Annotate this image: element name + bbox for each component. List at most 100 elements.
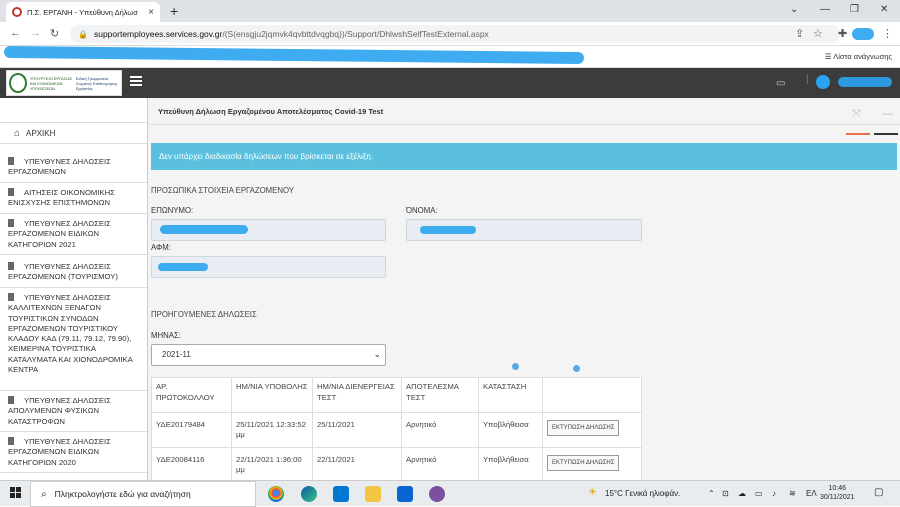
browser-tab[interactable]: Π.Σ. ΕΡΓΑΝΗ - Υπεύθυνη Δήλωσ × — [6, 2, 160, 22]
name-label: ΌΝΟΜΑ: — [406, 206, 438, 215]
windows-taskbar: ⌕ Πληκτρολογήστε εδώ για αναζήτηση ☀ 15°… — [0, 480, 900, 507]
ministry-seal-icon — [9, 73, 27, 93]
url-text: supportemployees.services.gov.gr/(S(ensg… — [94, 29, 489, 39]
logo-text-ministry: ΥΠΟΥΡΓΕΙΟ ΕΡΓΑΣΙΑΣ ΚΑΙ ΚΟΙΝΩΝΙΚΩΝ ΥΠΟΘΕΣ… — [29, 75, 73, 91]
table-header-row: ΑΡ. ΠΡΩΤΟΚΟΛΛΟΥ ΗΜ/ΝΙΑ ΥΠΟΒΟΛΗΣ ΗΜ/ΝΙΑ Δ… — [151, 377, 642, 413]
edge-app-icon[interactable] — [301, 486, 317, 502]
mail-app-icon[interactable] — [397, 486, 413, 502]
reading-list-button[interactable]: ☰ Λίστα ανάγνωσης — [825, 52, 892, 61]
wifi-icon[interactable]: ≋ — [789, 489, 796, 498]
sidebar-item-tourism[interactable]: ΥΠΕΥΘΥΝΕΣ ΔΗΛΩΣΕΙΣ ΕΡΓΑΖΟΜΕΝΩΝ (ΤΟΥΡΙΣΜΟ… — [0, 258, 147, 288]
cell-result: Αρνητικό — [401, 447, 479, 483]
viber-app-icon[interactable] — [429, 486, 445, 502]
browser-toolbar: ← → ↻ 🔒 supportemployees.services.gov.gr… — [0, 22, 900, 46]
share-icon[interactable]: ⇪ — [795, 27, 804, 40]
tab-close-icon[interactable]: × — [148, 7, 154, 18]
taskbar-search-placeholder: Πληκτρολογήστε εδώ για αναζήτηση — [54, 489, 191, 499]
url-path: /(S(ensgju2jqmvk4qvbttdvqgbq))/Support/D… — [222, 29, 489, 39]
sidebar-item-label: ΥΠΕΥΘΥΝΕΣ ΔΗΛΩΣΕΙΣ ΚΑΛΛΙΤΕΧΝΩΝ ΞΕΝΑΓΩΝ Τ… — [8, 293, 133, 375]
onedrive-icon[interactable]: ☁ — [738, 489, 746, 498]
maximize-button[interactable]: ❐ — [850, 4, 859, 15]
volume-icon[interactable]: ♪ — [772, 489, 776, 498]
sidebar-item-label: ΥΠΕΥΘΥΝΕΣ ΔΗΛΩΣΕΙΣ ΕΡΓΑΖΟΜΕΝΩΝ ΕΙΔΙΚΩΝ Κ… — [8, 437, 111, 467]
language-indicator[interactable]: ΕΛ — [806, 489, 817, 498]
col-submitted: ΗΜ/ΝΙΑ ΥΠΟΒΟΛΗΣ — [231, 377, 313, 413]
sidebar-item-home[interactable]: ⌂ ΑΡΧΙΚΗ — [0, 122, 147, 144]
cell-status: Υποβλήθεισα — [478, 447, 543, 483]
extensions-icon[interactable]: ✚ — [838, 27, 847, 40]
taskbar-search-box[interactable]: ⌕ Πληκτρολογήστε εδώ για αναζήτηση — [30, 481, 256, 507]
document-icon — [8, 157, 14, 165]
surname-label: ΕΠΩΝΥΜΟ: — [151, 206, 194, 215]
fullscreen-toggle[interactable]: ⤧ — [846, 107, 870, 135]
lock-icon: 🔒 — [78, 29, 88, 39]
minimize-button[interactable]: — — [820, 4, 830, 15]
document-icon — [8, 437, 14, 445]
print-declaration-button[interactable]: ΕΚΤΥΠΩΣΗ ΔΗΛΩΣΗΣ — [547, 420, 620, 436]
reading-list-label: Λίστα ανάγνωσης — [833, 52, 892, 61]
main-content: Υπεύθυνη Δήλωση Εργαζομένου Αποτελέσματο… — [148, 98, 900, 483]
file-explorer-icon[interactable] — [365, 486, 381, 502]
cell-actions: ΕΚΤΥΠΩΣΗ ΔΗΛΩΣΗΣ — [542, 412, 642, 448]
url-host: supportemployees.services.gov.gr — [93, 29, 223, 39]
store-app-icon[interactable] — [333, 486, 349, 502]
month-label: ΜΗΝΑΣ: — [151, 331, 181, 340]
forward-icon[interactable]: → — [30, 27, 41, 39]
hamburger-menu-icon[interactable] — [130, 76, 142, 86]
info-alert: Δεν υπάρχει διαδικασία δηλώσεων που βρίσ… — [151, 143, 897, 170]
sidebar-item-special-categories-2021[interactable]: ΥΠΕΥΘΥΝΕΣ ΔΗΛΩΣΕΙΣ ΕΡΓΑΖΟΜΕΝΩΝ ΕΙΔΙΚΩΝ Κ… — [0, 215, 147, 255]
collapse-toggle[interactable]: — — [874, 107, 898, 135]
carousel-dot — [573, 365, 580, 372]
site-favicon-icon — [12, 7, 22, 17]
tab-search-icon[interactable]: ⌄ — [790, 4, 798, 15]
cell-test-date: 22/11/2021 — [312, 447, 402, 483]
reload-icon[interactable]: ↻ — [50, 27, 59, 40]
month-select-value: 2021-11 — [162, 350, 191, 359]
month-select[interactable]: 2021-11 ⌄ — [151, 344, 386, 366]
expand-icon: ⤧ — [852, 108, 861, 120]
chevron-up-icon[interactable]: ⌃ — [708, 489, 715, 498]
sidebar-item-scientists-support[interactable]: ΑΙΤΗΣΕΙΣ ΟΙΚΟΝΟΜΙΚΗΣ ΕΝΙΣΧΥΣΗΣ ΕΠΙΣΤΗΜΟΝ… — [0, 184, 147, 214]
chrome-menu-icon[interactable]: ⋮ — [882, 27, 893, 40]
col-status: ΚΑΤΑΣΤΑΣΗ — [478, 377, 543, 413]
col-actions — [542, 377, 642, 413]
address-bar[interactable]: 🔒 supportemployees.services.gov.gr/(S(en… — [70, 25, 840, 43]
app-header: ΥΠΟΥΡΓΕΙΟ ΕΡΓΑΣΙΑΣ ΚΑΙ ΚΟΙΝΩΝΙΚΩΝ ΥΠΟΘΕΣ… — [0, 68, 900, 98]
sidebar-item-natural-disasters[interactable]: ΥΠΕΥΘΥΝΕΣ ΔΗΛΩΣΕΙΣ ΑΠΟΛΥΜΕΝΩΝ ΦΥΣΙΚΩΝ ΚΑ… — [0, 392, 147, 432]
sidebar: ⌂ ΑΡΧΙΚΗ ΥΠΕΥΘΥΝΕΣ ΔΗΛΩΣΕΙΣ ΕΡΓΑΖΟΜΕΝΩΝ … — [0, 98, 148, 480]
ergani-logo[interactable]: ΥΠΟΥΡΓΕΙΟ ΕΡΓΑΣΙΑΣ ΚΑΙ ΚΟΙΝΩΝΙΚΩΝ ΥΠΟΘΕΣ… — [6, 70, 122, 96]
document-icon — [8, 219, 14, 227]
back-icon[interactable]: ← — [10, 27, 21, 39]
new-tab-button[interactable]: + — [170, 3, 178, 19]
col-test-date: ΗΜ/ΝΙΑ ΔΙΕΝΕΡΓΕΙΑΣ ΤΕΣΤ — [312, 377, 402, 413]
document-icon — [8, 293, 14, 301]
sidebar-item-label: ΥΠΕΥΘΥΝΕΣ ΔΗΛΩΣΕΙΣ ΑΠΟΛΥΜΕΝΩΝ ΦΥΣΙΚΩΝ ΚΑ… — [8, 396, 111, 426]
windows-start-icon[interactable] — [10, 487, 22, 499]
network-icon[interactable]: ⊡ — [722, 489, 729, 498]
sidebar-item-label: ΥΠΕΥΘΥΝΕΣ ΔΗΛΩΣΕΙΣ ΕΡΓΑΖΟΜΕΝΩΝ (ΤΟΥΡΙΣΜΟ… — [8, 262, 118, 282]
sidebar-item-employee-declarations[interactable]: ΥΠΕΥΘΥΝΕΣ ΔΗΛΩΣΕΙΣ ΕΡΓΑΖΟΜΕΝΩΝ — [0, 153, 147, 183]
sidebar-item-label: ΑΡΧΙΚΗ — [26, 128, 56, 138]
clock-date: 30/11/2021 — [820, 494, 855, 501]
personal-section-heading: ΠΡΟΣΩΠΙΚΑ ΣΤΟΙΧΕΙΑ ΕΡΓΑΖΟΜΕΝΟΥ — [151, 186, 295, 195]
sidebar-item-special-categories-2020[interactable]: ΥΠΕΥΘΥΝΕΣ ΔΗΛΩΣΕΙΣ ΕΡΓΑΖΟΜΕΝΩΝ ΕΙΔΙΚΩΝ Κ… — [0, 433, 147, 473]
notifications-icon[interactable]: ▢ — [874, 487, 883, 498]
cell-submitted: 25/11/2021 12:33:52 μμ — [231, 412, 313, 448]
sidebar-item-artists-guides[interactable]: ΥΠΕΥΘΥΝΕΣ ΔΗΛΩΣΕΙΣ ΚΑΛΛΙΤΕΧΝΩΝ ΞΕΝΑΓΩΝ Τ… — [0, 289, 147, 391]
print-declaration-button[interactable]: ΕΚΤΥΠΩΣΗ ΔΗΛΩΣΗΣ — [547, 455, 620, 471]
close-window-button[interactable]: ✕ — [880, 4, 888, 15]
user-avatar-icon[interactable] — [816, 75, 830, 89]
battery-icon[interactable]: ▭ — [755, 489, 763, 498]
keyboard-icon[interactable]: ▭ — [776, 78, 785, 89]
minus-icon: — — [882, 108, 893, 120]
taskbar-clock[interactable]: 10:46 30/11/2021 — [820, 484, 855, 502]
chrome-app-icon[interactable] — [268, 486, 284, 502]
chevron-down-icon: ⌄ — [373, 349, 381, 359]
document-icon — [8, 396, 14, 404]
col-protocol: ΑΡ. ΠΡΩΤΟΚΟΛΛΟΥ — [151, 377, 232, 413]
weather-widget[interactable]: 15°C Γενικά ηλιοφάν. — [605, 489, 680, 498]
bookmark-star-icon[interactable]: ☆ — [813, 27, 823, 40]
cell-status: Υποβλήθεισα — [478, 412, 543, 448]
cell-test-date: 25/11/2021 — [312, 412, 402, 448]
col-result: ΑΠΟΤΕΛΕΣΜΑ ΤΕΣΤ — [401, 377, 479, 413]
